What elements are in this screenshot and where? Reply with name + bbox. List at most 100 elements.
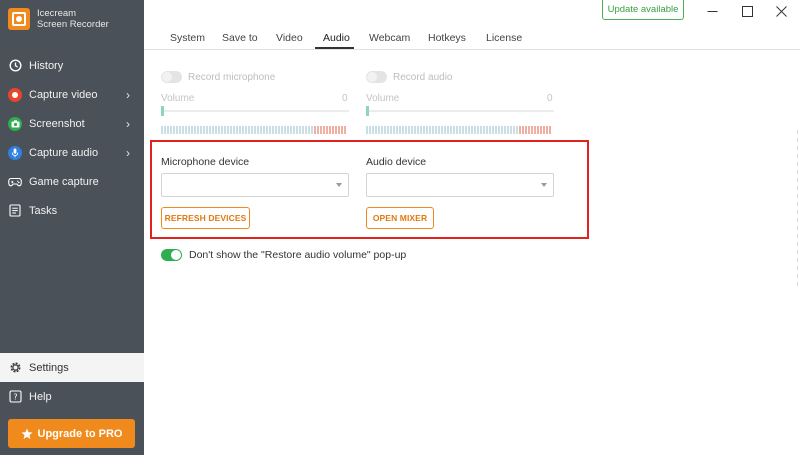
audio-volume-value: 0 <box>547 93 553 104</box>
sidebar-item-label: Settings <box>29 361 69 374</box>
sidebar-item-history[interactable]: History <box>0 51 144 80</box>
sidebar-item-label: Help <box>29 390 52 403</box>
maximize-icon[interactable] <box>737 2 757 20</box>
tab-license[interactable]: License <box>486 32 522 44</box>
tab-save-to[interactable]: Save to <box>222 32 258 44</box>
meter-segment <box>438 126 440 134</box>
meter-segment <box>233 126 235 134</box>
minimize-icon[interactable] <box>702 2 722 20</box>
restore-volume-popup-label: Don't show the "Restore audio volume" po… <box>189 249 407 261</box>
app-logo-icon <box>8 8 30 30</box>
sidebar-item-settings[interactable]: Settings <box>0 353 144 382</box>
meter-segment <box>284 126 286 134</box>
refresh-devices-button[interactable]: REFRESH DEVICES <box>161 207 250 229</box>
meter-segment <box>543 126 545 134</box>
tab-video[interactable]: Video <box>276 32 303 44</box>
meter-segment <box>483 126 485 134</box>
meter-segment <box>459 126 461 134</box>
meter-segment <box>456 126 458 134</box>
meter-segment <box>296 126 298 134</box>
meter-segment <box>366 126 368 134</box>
meter-segment <box>257 126 259 134</box>
upgrade-to-pro-button[interactable]: Upgrade to PRO <box>8 419 135 448</box>
meter-segment <box>423 126 425 134</box>
restore-volume-popup-toggle[interactable]: Don't show the "Restore audio volume" po… <box>161 249 406 261</box>
sidebar-nav: History Capture video › Screenshot › Cap… <box>0 51 144 225</box>
sidebar-item-capture-video[interactable]: Capture video › <box>0 80 144 109</box>
record-microphone-toggle[interactable]: Record microphone <box>161 71 275 83</box>
tab-audio[interactable]: Audio <box>323 32 350 44</box>
sidebar-item-label: History <box>29 59 64 72</box>
record-audio-toggle[interactable]: Record audio <box>366 71 452 83</box>
meter-segment <box>519 126 521 134</box>
slider-handle[interactable] <box>161 106 164 116</box>
meter-segment <box>317 126 319 134</box>
meter-segment <box>372 126 374 134</box>
meter-segment <box>432 126 434 134</box>
meter-segment <box>335 126 337 134</box>
meter-segment <box>218 126 220 134</box>
meter-segment <box>188 126 190 134</box>
meter-segment <box>305 126 307 134</box>
meter-segment <box>486 126 488 134</box>
audio-volume-slider[interactable] <box>366 106 554 116</box>
sidebar-item-screenshot[interactable]: Screenshot › <box>0 109 144 138</box>
app-name-line1: Icecream <box>37 8 77 19</box>
sidebar-item-tasks[interactable]: Tasks <box>0 196 144 225</box>
sidebar-item-label: Game capture <box>29 175 99 188</box>
meter-segment <box>408 126 410 134</box>
meter-segment <box>420 126 422 134</box>
meter-segment <box>471 126 473 134</box>
meter-segment <box>293 126 295 134</box>
sidebar-item-game-capture[interactable]: Game capture <box>0 167 144 196</box>
record-audio-label: Record audio <box>393 71 453 83</box>
meter-segment <box>549 126 551 134</box>
mic-volume-value: 0 <box>342 93 348 104</box>
sidebar-item-help[interactable]: ? Help <box>0 382 144 411</box>
open-mixer-button[interactable]: OPEN MIXER <box>366 207 434 229</box>
meter-segment <box>299 126 301 134</box>
meter-segment <box>444 126 446 134</box>
slider-handle[interactable] <box>366 106 369 116</box>
meter-segment <box>227 126 229 134</box>
meter-segment <box>209 126 211 134</box>
meter-segment <box>206 126 208 134</box>
meter-segment <box>516 126 518 134</box>
mic-volume-slider[interactable] <box>161 106 349 116</box>
tab-system[interactable]: System <box>170 32 205 44</box>
meter-segment <box>176 126 178 134</box>
meter-segment <box>287 126 289 134</box>
meter-segment <box>329 126 331 134</box>
update-available-button[interactable]: Update available <box>602 0 684 20</box>
microphone-device-select[interactable] <box>161 173 349 197</box>
tab-webcam[interactable]: Webcam <box>369 32 410 44</box>
meter-segment <box>281 126 283 134</box>
meter-segment <box>263 126 265 134</box>
scrollbar-track[interactable] <box>796 130 799 290</box>
meter-segment <box>200 126 202 134</box>
camera-icon <box>8 116 22 131</box>
tab-hotkeys[interactable]: Hotkeys <box>428 32 466 44</box>
meter-segment <box>164 126 166 134</box>
meter-segment <box>269 126 271 134</box>
sidebar-item-capture-audio[interactable]: Capture audio › <box>0 138 144 167</box>
meter-segment <box>185 126 187 134</box>
upgrade-label: Upgrade to PRO <box>37 427 123 440</box>
app-brand: Icecream Screen Recorder <box>8 8 109 30</box>
meter-segment <box>537 126 539 134</box>
meter-segment <box>239 126 241 134</box>
meter-segment <box>170 126 172 134</box>
close-icon[interactable] <box>771 2 791 20</box>
meter-segment <box>230 126 232 134</box>
meter-segment <box>474 126 476 134</box>
audio-device-select[interactable] <box>366 173 554 197</box>
meter-segment <box>375 126 377 134</box>
meter-segment <box>393 126 395 134</box>
meter-segment <box>531 126 533 134</box>
meter-segment <box>387 126 389 134</box>
meter-segment <box>495 126 497 134</box>
meter-segment <box>489 126 491 134</box>
meter-segment <box>390 126 392 134</box>
meter-segment <box>504 126 506 134</box>
meter-segment <box>314 126 316 134</box>
